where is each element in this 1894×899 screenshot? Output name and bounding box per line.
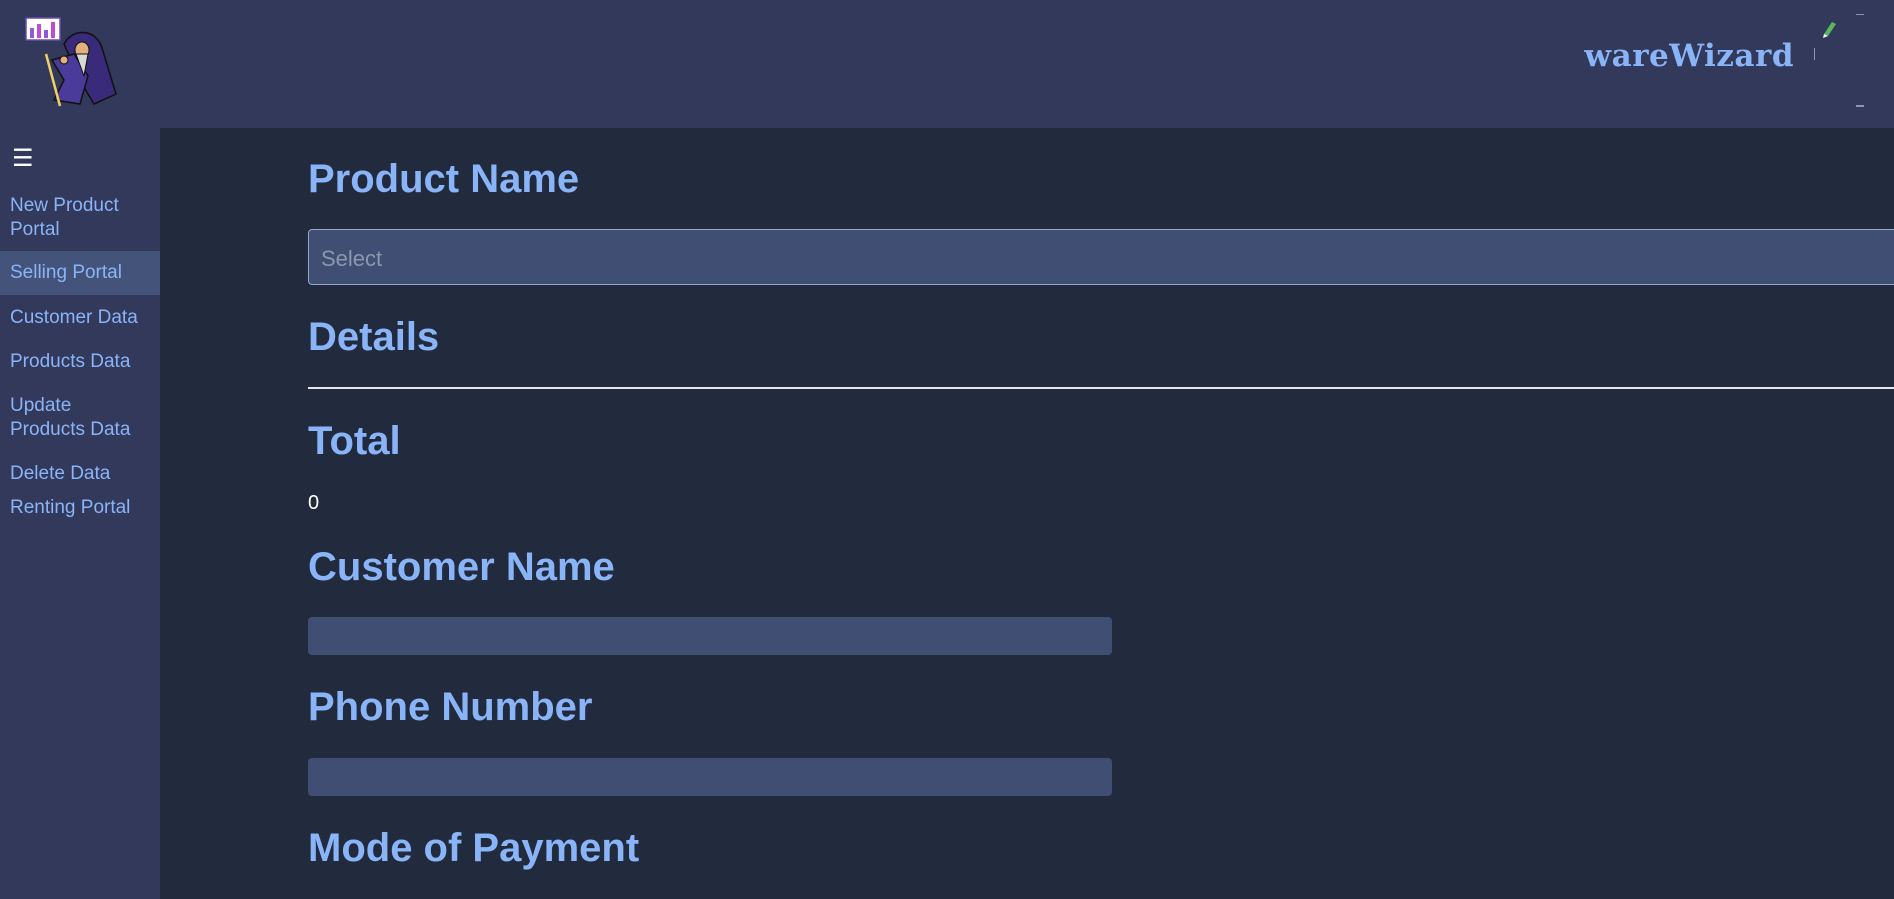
sidebar-item-customer-data[interactable]: Customer Data <box>0 306 160 330</box>
customer-name-heading: Customer Name <box>308 545 615 589</box>
wizard-logo[interactable] <box>24 14 124 110</box>
sidebar-item-new-product-portal[interactable]: New Product Portal <box>0 194 160 242</box>
brand-name: wareWizard <box>1584 38 1794 74</box>
hamburger-menu-icon[interactable]: ☰ <box>12 146 34 170</box>
sidebar-item-renting-portal[interactable]: Renting Portal <box>0 496 160 520</box>
sidebar-item-selling-portal[interactable]: Selling Portal <box>0 251 160 295</box>
sidebar-item-products-data[interactable]: Products Data <box>0 350 160 374</box>
mode-of-payment-heading: Mode of Payment <box>308 826 640 870</box>
details-heading: Details <box>308 315 440 359</box>
sidebar-item-delete-data[interactable]: Delete Data <box>0 462 160 486</box>
user-avatar-icon[interactable] <box>1813 13 1894 108</box>
phone-number-input[interactable] <box>308 758 1112 796</box>
product-name-heading: Product Name <box>308 157 580 201</box>
app-header: wareWizard <box>0 0 1894 128</box>
customer-name-input[interactable] <box>308 617 1112 655</box>
total-value: 0 <box>308 492 320 514</box>
sidebar-item-update-products-data[interactable]: Update Products Data <box>0 394 150 442</box>
select-placeholder: Select <box>321 246 383 271</box>
divider <box>308 387 1894 389</box>
sidebar: ☰ New Product Portal Selling Portal Cust… <box>0 128 160 899</box>
product-name-select[interactable]: Select <box>308 229 1894 285</box>
total-heading: Total <box>308 419 401 463</box>
phone-number-heading: Phone Number <box>308 685 593 729</box>
